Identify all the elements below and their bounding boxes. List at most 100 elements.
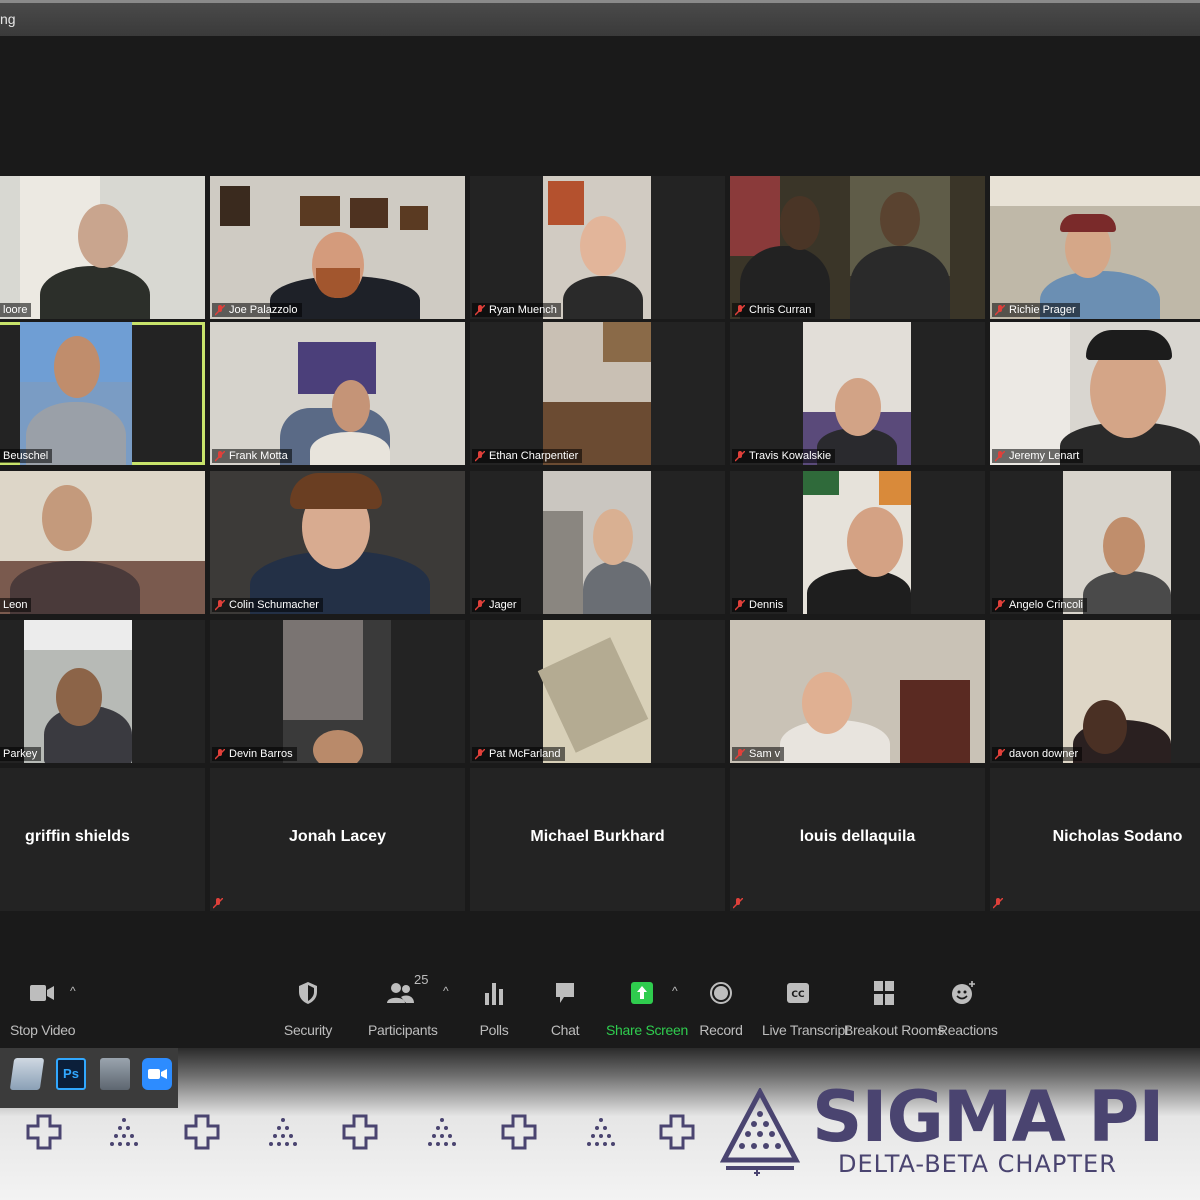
- chat-label: Chat: [550, 1022, 580, 1038]
- participant-tile[interactable]: Angelo Crincoli: [990, 471, 1200, 614]
- breakout-rooms-button[interactable]: Breakout Rooms: [844, 976, 945, 1038]
- mic-muted-icon: [735, 450, 745, 462]
- brand-name: SIGMA PI: [812, 1076, 1164, 1158]
- svg-text:CC: CC: [791, 990, 805, 1000]
- video-feed: [990, 176, 1200, 319]
- video-feed: [0, 471, 205, 614]
- reactions-smiley-icon: [938, 976, 990, 1010]
- mic-muted-icon: [475, 450, 485, 462]
- participant-tile[interactable]: Devin Barros: [210, 620, 465, 763]
- participant-tile-video-off[interactable]: Nicholas Sodano: [990, 768, 1200, 911]
- participants-button[interactable]: 25 Participants: [368, 972, 438, 1038]
- participant-tile[interactable]: Joe Palazzolo: [210, 176, 465, 319]
- live-transcript-button[interactable]: CC Live Transcript: [762, 976, 849, 1038]
- participant-name: Nicholas Sodano: [1052, 828, 1183, 845]
- participant-tile[interactable]: Dennis: [730, 471, 985, 614]
- os-taskbar: Ps: [0, 1048, 178, 1108]
- mic-muted-icon: [993, 898, 1003, 909]
- video-feed: [210, 176, 465, 319]
- video-feed: [20, 322, 132, 465]
- participant-name: Devin Barros: [229, 748, 293, 760]
- participant-tile[interactable]: Parkey: [0, 620, 205, 763]
- participant-tile[interactable]: Ryan Muench: [470, 176, 725, 319]
- meeting-toolbar: Stop Video ^ Security 25 Participants ^ …: [0, 956, 1200, 1048]
- mic-muted-icon: [733, 898, 743, 909]
- participant-tile[interactable]: Ethan Charpentier: [470, 322, 725, 465]
- participant-tile-video-off[interactable]: louis dellaquila: [730, 768, 985, 911]
- participant-nametag: davon downer: [992, 747, 1083, 761]
- participant-nametag: Travis Kowalskie: [732, 449, 836, 463]
- gallery-view: loore Joe Palazzolo Ryan Muench Chris Cu…: [0, 36, 1200, 956]
- share-options-caret-icon[interactable]: ^: [672, 984, 678, 998]
- video-feed: [210, 322, 465, 465]
- closed-caption-icon: CC: [762, 976, 834, 1010]
- participant-tile-active-speaker[interactable]: Beuschel: [0, 322, 205, 465]
- participant-name: Michael Burkhard: [530, 828, 665, 845]
- stop-video-label: Stop Video: [10, 1022, 76, 1038]
- participant-name: Leon: [3, 599, 28, 611]
- mic-muted-icon: [215, 450, 225, 462]
- participant-name: davon downer: [1009, 748, 1079, 760]
- participant-nametag: loore: [0, 303, 32, 317]
- polls-button[interactable]: Polls: [474, 976, 514, 1038]
- breakout-rooms-label: Breakout Rooms: [844, 1022, 945, 1038]
- breakout-rooms-icon: [844, 976, 924, 1010]
- participant-nametag: Joe Palazzolo: [212, 303, 302, 317]
- participant-tile[interactable]: loore: [0, 176, 205, 319]
- video-feed: [537, 620, 651, 763]
- security-label: Security: [283, 1022, 333, 1038]
- chat-bubble-icon: [546, 976, 584, 1010]
- notes-app-icon[interactable]: [9, 1058, 45, 1090]
- participant-tile[interactable]: Richie Prager: [990, 176, 1200, 319]
- video-feed: [543, 471, 651, 614]
- share-screen-button[interactable]: Share Screen: [606, 976, 688, 1038]
- mic-muted-icon: [215, 748, 225, 760]
- video-feed: [543, 176, 651, 319]
- photoshop-label: Ps: [63, 1066, 79, 1081]
- participant-tile[interactable]: Colin Schumacher: [210, 471, 465, 614]
- participant-tile[interactable]: Jeremy Lenart: [990, 322, 1200, 465]
- participant-tile-video-off[interactable]: Michael Burkhard: [470, 768, 725, 911]
- participant-name: Travis Kowalskie: [749, 450, 832, 462]
- video-feed: [24, 620, 132, 763]
- video-feed: [803, 322, 911, 465]
- participant-tile[interactable]: Leon: [0, 471, 205, 614]
- participant-name: Ryan Muench: [489, 304, 557, 316]
- video-feed: [283, 620, 391, 763]
- video-feed: [990, 322, 1200, 465]
- participant-tile[interactable]: Jager: [470, 471, 725, 614]
- video-options-caret-icon[interactable]: ^: [70, 984, 76, 998]
- participant-tile-video-off[interactable]: Jonah Lacey: [210, 768, 465, 911]
- participants-options-caret-icon[interactable]: ^: [443, 984, 449, 998]
- record-icon: [698, 976, 744, 1010]
- mic-muted-icon: [475, 599, 485, 611]
- mic-muted-icon: [215, 599, 225, 611]
- participant-name: Sam v: [749, 748, 781, 760]
- calculator-icon[interactable]: [100, 1058, 130, 1090]
- participant-name: Angelo Crincoli: [1009, 599, 1083, 611]
- participant-nametag: Parkey: [0, 747, 42, 761]
- reactions-button[interactable]: Reactions: [938, 976, 998, 1038]
- mic-muted-icon: [475, 304, 485, 316]
- banner-decoration: [26, 1114, 695, 1150]
- record-button[interactable]: Record: [698, 976, 744, 1038]
- participant-tile[interactable]: Chris Curran: [730, 176, 985, 319]
- participant-tile-video-off[interactable]: griffin shields: [0, 768, 205, 911]
- zoom-app-icon[interactable]: [142, 1058, 172, 1090]
- participant-nametag: Jeremy Lenart: [992, 449, 1084, 463]
- mic-muted-icon: [475, 748, 485, 760]
- security-button[interactable]: Security: [280, 976, 336, 1038]
- participant-tile[interactable]: Sam v: [730, 620, 985, 763]
- participant-name: Beuschel: [3, 450, 49, 462]
- shield-icon: [280, 976, 336, 1010]
- participant-tile[interactable]: Frank Motta: [210, 322, 465, 465]
- brand-chapter: DELTA-BETA CHAPTER: [838, 1150, 1117, 1178]
- participant-tile[interactable]: Travis Kowalskie: [730, 322, 985, 465]
- photoshop-icon[interactable]: Ps: [56, 1058, 86, 1090]
- participant-tile[interactable]: davon downer: [990, 620, 1200, 763]
- participant-name: Dennis: [749, 599, 784, 611]
- mic-muted-icon: [735, 304, 745, 316]
- stop-video-button[interactable]: Stop Video: [10, 976, 76, 1038]
- participant-tile[interactable]: Pat McFarland: [470, 620, 725, 763]
- chat-button[interactable]: Chat: [546, 976, 584, 1038]
